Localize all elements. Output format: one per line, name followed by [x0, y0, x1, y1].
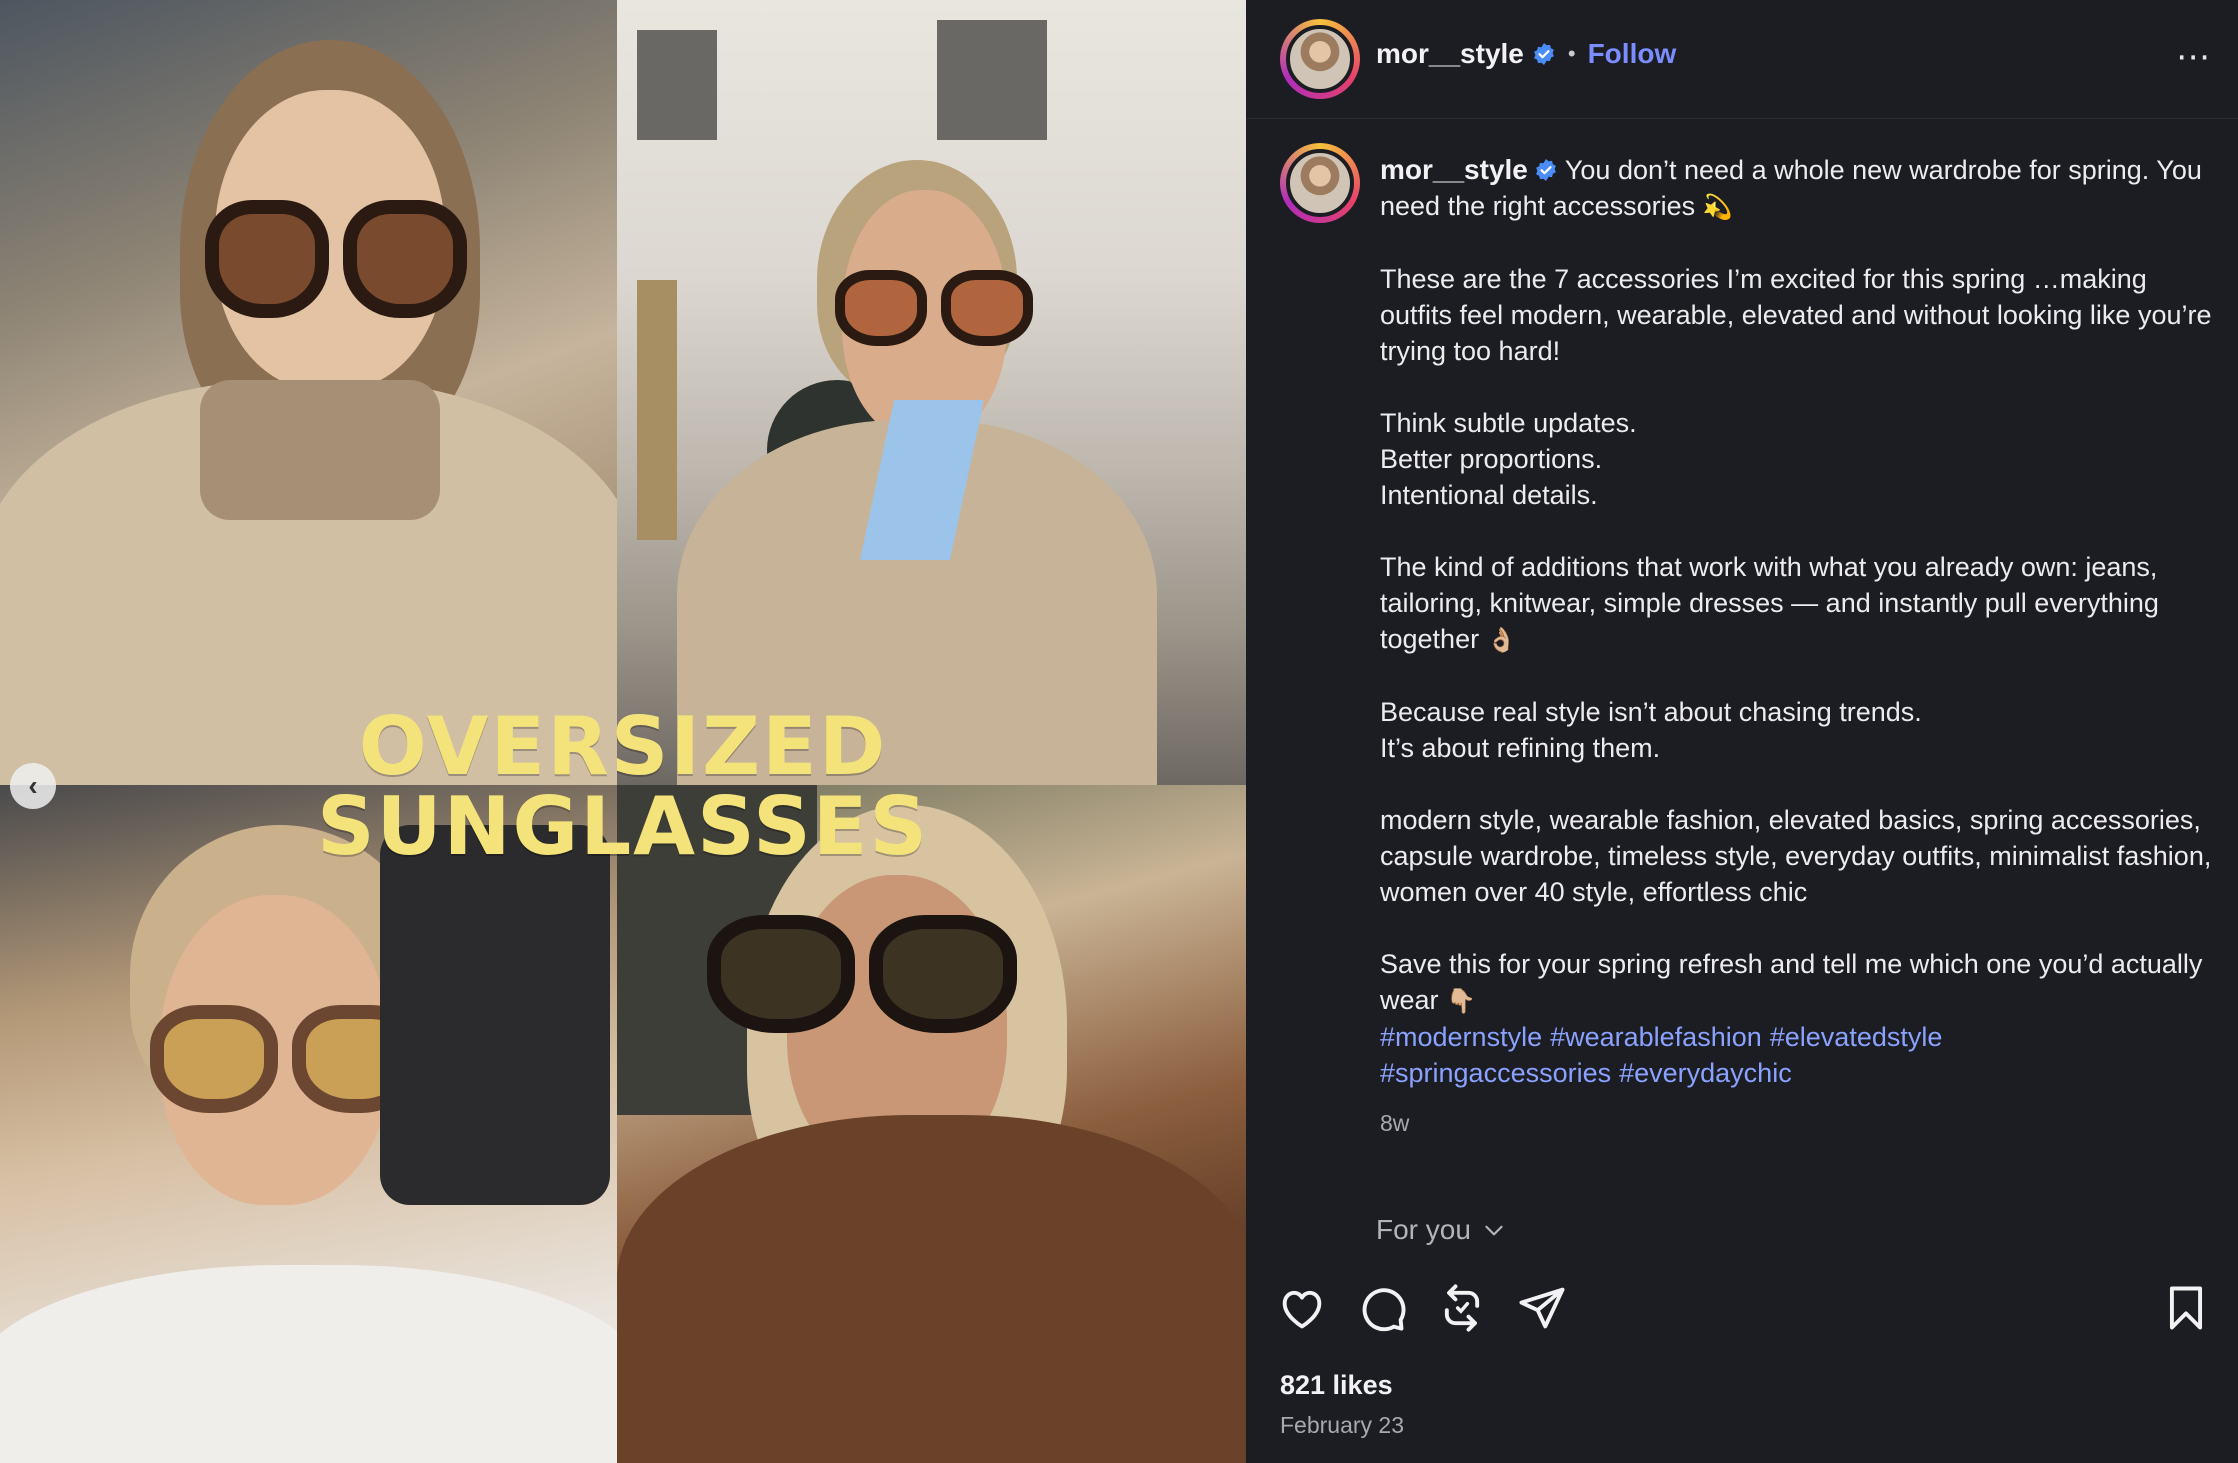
post-caption: mor__style You don’t need a whole new wa…	[1380, 152, 2220, 1141]
post-date: February 23	[1280, 1412, 1405, 1438]
feed-filter-label: For you	[1376, 1214, 1471, 1245]
photo-bottom-left	[0, 785, 617, 1463]
hashtag-link[interactable]: #everydaychic	[1619, 1058, 1792, 1088]
caption-line: Think subtle updates.	[1380, 408, 1637, 438]
follow-button[interactable]: Follow	[1588, 38, 1677, 70]
sparkle-emoji: 💫	[1702, 193, 1733, 221]
ok-hand-emoji: 👌🏼	[1486, 626, 1517, 654]
verified-badge-icon	[1535, 159, 1556, 181]
avatar[interactable]	[1280, 19, 1360, 99]
hashtag-link[interactable]: #springaccessories	[1380, 1058, 1611, 1088]
post-media[interactable]: OVERSIZED SUNGLASSES ‹	[0, 0, 1246, 1463]
caption-paragraph: Think subtle updates. Better proportions…	[1380, 405, 2220, 513]
likes-count[interactable]: 821 likes	[1280, 1370, 1393, 1401]
photo-top-right	[617, 0, 1246, 785]
more-options-icon[interactable]: ⋯	[2176, 40, 2212, 74]
hashtag-link[interactable]: #wearablefashion	[1550, 1022, 1762, 1052]
caption-line: Better proportions.	[1380, 444, 1603, 474]
chevron-left-icon: ‹	[28, 770, 38, 801]
caption-paragraph: These are the 7 accessories I’m excited …	[1380, 264, 2212, 366]
post-time-ago[interactable]: 8w	[1380, 1105, 2220, 1141]
hashtag-link[interactable]: #modernstyle	[1380, 1022, 1542, 1052]
send-icon	[1519, 1287, 1565, 1329]
caption-paragraph: modern style, wearable fashion, elevated…	[1380, 805, 2212, 907]
photo-top-left	[0, 0, 617, 785]
caption-avatar[interactable]	[1280, 143, 1360, 223]
bookmark-icon	[2169, 1286, 2203, 1330]
action-bar	[1246, 1282, 2238, 1342]
feed-filter-dropdown[interactable]: For you	[1376, 1214, 1507, 1246]
like-button[interactable]	[1276, 1282, 1328, 1334]
caption-intro: mor__style You don’t need a whole new wa…	[1380, 152, 2220, 225]
separator-dot: •	[1567, 41, 1576, 66]
caption-username[interactable]: mor__style	[1380, 154, 1528, 185]
photo-bottom-right	[617, 785, 1246, 1463]
caption-line: Intentional details.	[1380, 480, 1598, 510]
heart-icon	[1282, 1290, 1322, 1329]
instagram-post: OVERSIZED SUNGLASSES ‹ mor__style • Foll…	[0, 0, 2238, 1463]
hashtag-list: #modernstyle #wearablefashion #elevatedsty…	[1380, 1019, 2220, 1091]
carousel-prev-button[interactable]: ‹	[10, 763, 56, 809]
save-button[interactable]	[2160, 1282, 2212, 1334]
caption-text: Save this for your spring refresh and te…	[1380, 949, 2203, 1015]
chevron-down-icon	[1485, 1225, 1503, 1236]
repost-button[interactable]	[1436, 1282, 1488, 1334]
point-down-emoji: 👇🏼	[1446, 987, 1476, 1015]
share-button[interactable]	[1516, 1282, 1568, 1334]
post-header: mor__style • Follow ⋯	[1246, 0, 2238, 119]
caption-paragraph: Because real style isn’t about chasing t…	[1380, 694, 2220, 766]
comment-icon	[1362, 1288, 1406, 1332]
caption-paragraph: Save this for your spring refresh and te…	[1380, 946, 2220, 1019]
caption-line: Because real style isn’t about chasing t…	[1380, 697, 1922, 727]
hashtag-link[interactable]: #elevatedstyle	[1770, 1022, 1943, 1052]
post-sidebar: mor__style • Follow ⋯ mor__style You don…	[1246, 0, 2238, 1463]
author-username[interactable]: mor__style	[1376, 38, 1524, 70]
verified-badge-icon	[1533, 43, 1554, 65]
comment-button[interactable]	[1356, 1282, 1408, 1334]
caption-paragraph: The kind of additions that work with wha…	[1380, 549, 2220, 658]
caption-line: It’s about refining them.	[1380, 733, 1661, 763]
repost-icon	[1444, 1284, 1480, 1332]
overlay-title-line2: SUNGLASSES	[317, 780, 929, 873]
